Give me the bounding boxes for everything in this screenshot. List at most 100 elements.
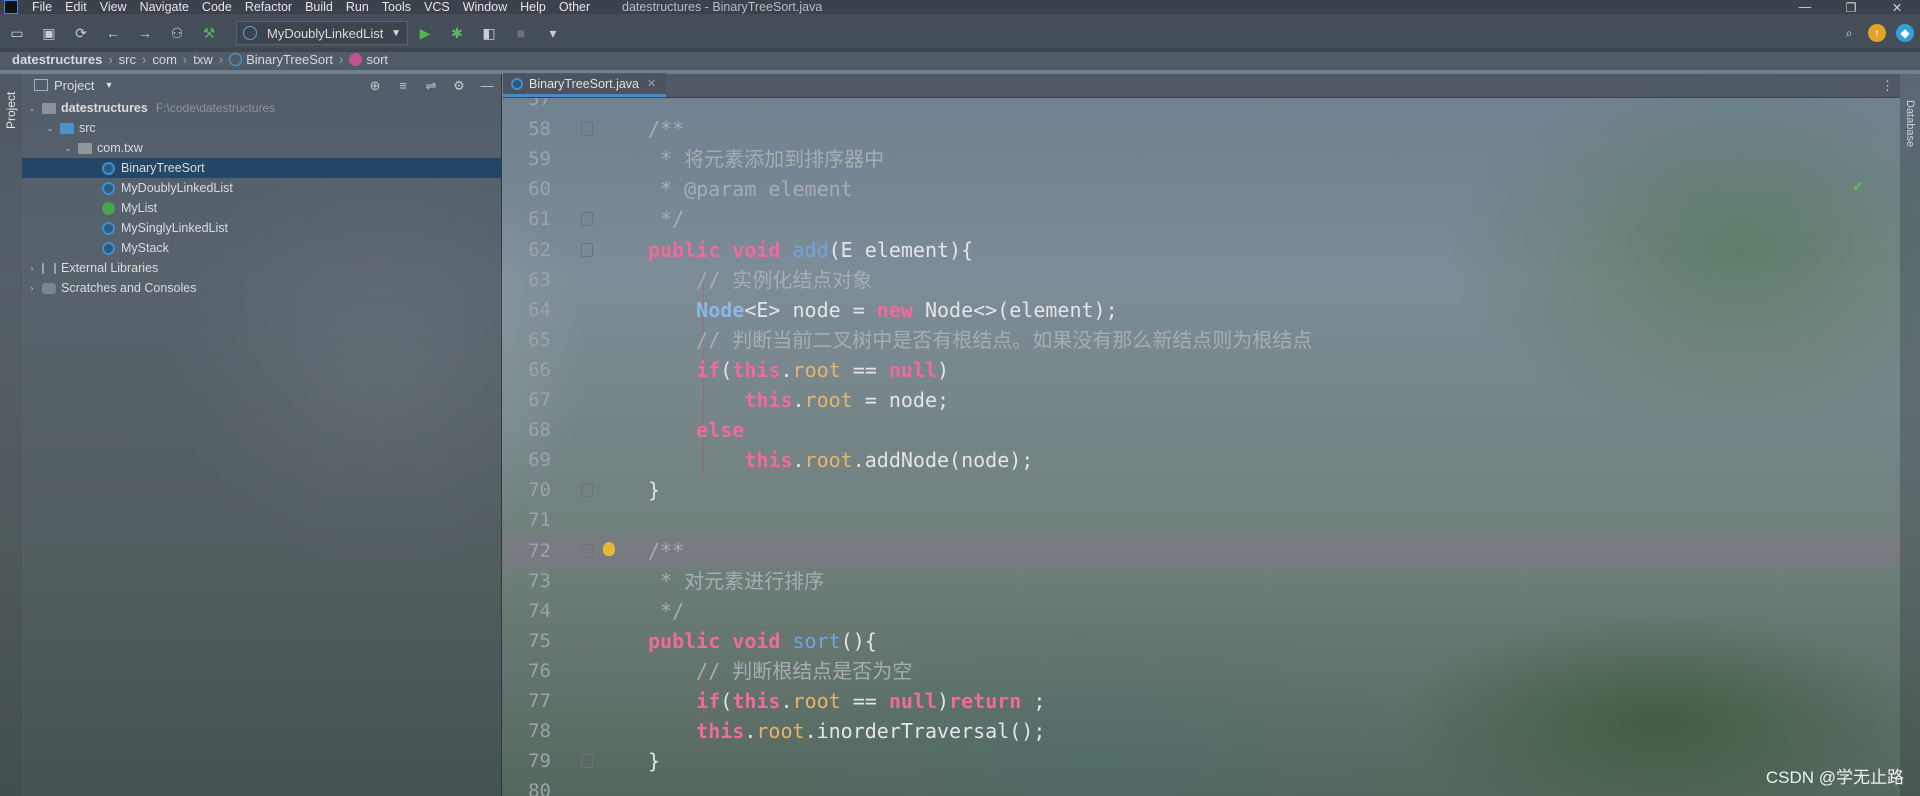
collapse-all-icon[interactable]: ⇌ (423, 78, 439, 94)
chevron-down-icon[interactable]: ⌄ (62, 143, 74, 154)
tree-item-mylist[interactable]: MyList (22, 198, 502, 218)
code-line[interactable]: 78 this.root.inorderTraversal(); (503, 716, 1900, 746)
menu-vcs[interactable]: VCS (424, 0, 450, 14)
build-hammer-icon[interactable]: ⚒ (200, 24, 218, 42)
code-line[interactable]: 60 * @param element (503, 174, 1900, 204)
menu-refactor[interactable]: Refactor (245, 0, 292, 14)
code-line[interactable]: 67 this.root = node; (503, 385, 1900, 415)
code-line[interactable]: 73 * 对元素进行排序 (503, 566, 1900, 596)
code-line[interactable]: 69 this.root.addNode(node); (503, 445, 1900, 475)
line-number[interactable]: 70 (503, 475, 551, 505)
code-line[interactable]: 72 /** (503, 535, 1900, 566)
menu-tools[interactable]: Tools (382, 0, 411, 14)
line-number[interactable]: 68 (503, 415, 551, 445)
code-line[interactable]: 75 public void sort(){ (503, 626, 1900, 656)
tree-item-com-txw[interactable]: ⌄ com.txw (22, 138, 502, 158)
code-line[interactable]: 57 (503, 98, 1900, 114)
fold-marker-icon[interactable] (581, 483, 593, 498)
line-number[interactable]: 79 (503, 746, 551, 776)
menu-file[interactable]: File (32, 0, 52, 14)
fold-marker-icon[interactable] (581, 122, 593, 137)
line-number[interactable]: 64 (503, 295, 551, 325)
code-line[interactable]: 62 public void add(E element){ (503, 235, 1900, 265)
breadcrumb-src[interactable]: src (119, 52, 136, 67)
locate-icon[interactable]: ⊕ (367, 78, 383, 94)
hide-icon[interactable]: — (479, 78, 495, 94)
run-icon[interactable]: ▶ (416, 24, 434, 42)
code-line[interactable]: 61 */ (503, 204, 1900, 234)
line-number[interactable]: 63 (503, 265, 551, 295)
tree-item-scratches[interactable]: › Scratches and Consoles (22, 278, 502, 298)
fold-marker-icon[interactable] (581, 603, 593, 618)
menu-other[interactable]: Other (559, 0, 590, 14)
tree-item-mydoublylinkedlist[interactable]: MyDoublyLinkedList (22, 178, 502, 198)
code-line[interactable]: 71 (503, 505, 1900, 535)
line-number[interactable]: 60 (503, 174, 551, 204)
line-number[interactable]: 72 (503, 536, 551, 566)
breadcrumb-project[interactable]: datestructures (12, 52, 102, 67)
tree-item-mysinglylinkedlist[interactable]: MySinglyLinkedList (22, 218, 502, 238)
code-line[interactable]: 68 else (503, 415, 1900, 445)
tree-item-src[interactable]: ⌄ src (22, 118, 502, 138)
fold-marker-icon[interactable] (581, 633, 593, 648)
tree-item-datestructures[interactable]: ⌄ datestructures F:\code\datestructures (22, 98, 502, 118)
breadcrumb-class[interactable]: BinaryTreeSort (246, 52, 333, 67)
restore-icon[interactable]: ❐ (1828, 0, 1874, 15)
code-line[interactable]: 80 (503, 776, 1900, 796)
expand-all-icon[interactable]: ≡ (395, 78, 411, 94)
project-panel-title[interactable]: Project (54, 78, 94, 93)
chevron-down-icon[interactable]: ⌄ (26, 103, 38, 114)
line-number[interactable]: 62 (503, 235, 551, 265)
code-line[interactable]: 77 if(this.root == null)return ; (503, 686, 1900, 716)
plugin-icon[interactable]: ◆ (1896, 24, 1914, 42)
more-dropdown-icon[interactable]: ▾ (544, 24, 562, 42)
run-configuration-select[interactable]: MyDoublyLinkedList ▼ (236, 21, 408, 45)
tree-item-binarytreesort[interactable]: BinaryTreeSort (22, 158, 502, 178)
breadcrumb-com[interactable]: com (152, 52, 177, 67)
close-icon[interactable]: ✕ (1874, 0, 1920, 15)
code-line[interactable]: 63 // 实例化结点对象 (503, 265, 1900, 295)
open-folder-icon[interactable]: ▭ (8, 24, 26, 42)
project-tool-tab[interactable]: Project (0, 78, 22, 142)
menu-code[interactable]: Code (202, 0, 232, 14)
code-line[interactable]: 74 */ (503, 596, 1900, 626)
more-options-icon[interactable]: ⋮ (1881, 78, 1894, 94)
line-number[interactable]: 61 (503, 204, 551, 234)
fold-marker-icon[interactable] (581, 543, 593, 558)
code-line[interactable]: 64 Node<E> node = new Node<>(element); (503, 295, 1900, 325)
line-number[interactable]: 59 (503, 144, 551, 174)
fold-marker-icon[interactable] (581, 242, 593, 257)
chevron-right-icon[interactable]: › (26, 283, 38, 293)
menu-run[interactable]: Run (346, 0, 369, 14)
code-line[interactable]: 76 // 判断根结点是否为空 (503, 656, 1900, 686)
line-number[interactable]: 73 (503, 566, 551, 596)
menu-view[interactable]: View (100, 0, 127, 14)
tab-binarytreesort[interactable]: BinaryTreeSort.java ✕ (503, 73, 667, 97)
line-number[interactable]: 66 (503, 355, 551, 385)
fold-marker-icon[interactable] (581, 754, 593, 769)
database-tool-tab[interactable]: Database (1900, 84, 1920, 164)
debug-icon[interactable]: ✱ (448, 24, 466, 42)
line-number[interactable]: 69 (503, 445, 551, 475)
coverage-icon[interactable]: ◧ (480, 24, 498, 42)
line-number[interactable]: 57 (503, 98, 551, 114)
lightbulb-icon[interactable] (603, 541, 615, 556)
menu-edit[interactable]: Edit (65, 0, 87, 14)
breadcrumb-method[interactable]: sort (366, 52, 388, 67)
code-line[interactable]: 59 * 将元素添加到排序器中 (503, 144, 1900, 174)
fold-marker-icon[interactable] (581, 212, 593, 227)
line-number[interactable]: 80 (503, 776, 551, 796)
gear-icon[interactable]: ⚙ (451, 78, 467, 94)
menu-navigate[interactable]: Navigate (140, 0, 189, 14)
menu-window[interactable]: Window (463, 0, 507, 14)
close-icon[interactable]: ✕ (647, 77, 656, 90)
line-number[interactable]: 65 (503, 325, 551, 355)
line-number[interactable]: 74 (503, 596, 551, 626)
code-line[interactable]: 65 // 判断当前二叉树中是否有根结点。如果没有那么新结点则为根结点 (503, 325, 1900, 355)
line-number[interactable]: 75 (503, 626, 551, 656)
save-all-icon[interactable]: ▣ (40, 24, 58, 42)
line-number[interactable]: 67 (503, 385, 551, 415)
update-icon[interactable]: ↑ (1868, 24, 1886, 42)
line-number[interactable]: 71 (503, 505, 551, 535)
menu-help[interactable]: Help (520, 0, 546, 14)
